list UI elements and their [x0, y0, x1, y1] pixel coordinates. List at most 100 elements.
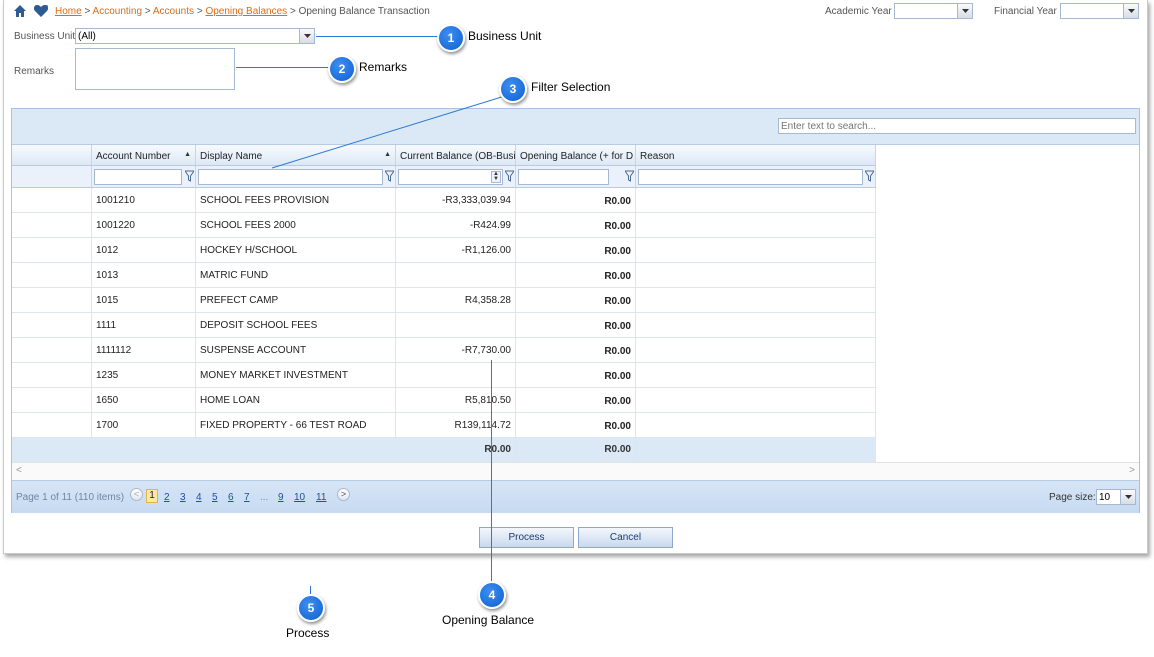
breadcrumb-separator: > [144, 6, 151, 17]
filter-icon[interactable] [385, 170, 394, 182]
remarks-textarea[interactable] [75, 48, 235, 90]
cancel-button[interactable]: Cancel [578, 527, 673, 548]
reason-cell[interactable] [636, 388, 876, 413]
account-number-cell: 1111112 [92, 338, 196, 363]
reason-cell[interactable] [636, 363, 876, 388]
table-row[interactable]: 1001210 SCHOOL FEES PROVISION -R3,333,03… [12, 188, 876, 213]
spin-updown-icon[interactable]: ▲ ▼ [491, 171, 501, 183]
pager-page-link[interactable]: 5 [212, 492, 218, 503]
row-blank-cell [12, 313, 92, 338]
table-row[interactable]: 1650 HOME LOAN R5,810.50 R0.00 [12, 388, 876, 413]
filter-icon[interactable] [625, 170, 634, 182]
business-unit-select[interactable]: (All) [75, 28, 315, 44]
chevron-down-icon[interactable] [1120, 490, 1135, 504]
row-blank-cell [12, 388, 92, 413]
opening-balance-cell[interactable]: R0.00 [516, 288, 636, 313]
column-header-opening-balance[interactable]: Opening Balance (+ for D [516, 145, 636, 166]
opening-balance-cell[interactable]: R0.00 [516, 388, 636, 413]
reason-cell[interactable] [636, 263, 876, 288]
table-row[interactable]: 1013 MATRIC FUND R0.00 [12, 263, 876, 288]
callout-line-4 [491, 360, 492, 582]
account-number-cell: 1235 [92, 363, 196, 388]
column-header-label: Reason [640, 151, 675, 162]
chevron-down-icon[interactable] [1123, 4, 1138, 18]
chevron-down-icon[interactable] [299, 29, 314, 43]
filter-reason-input[interactable] [638, 169, 863, 185]
opening-balance-cell[interactable]: R0.00 [516, 313, 636, 338]
reason-cell[interactable] [636, 413, 876, 438]
reason-cell[interactable] [636, 238, 876, 263]
table-row[interactable]: 1111 DEPOSIT SCHOOL FEES R0.00 [12, 313, 876, 338]
table-row[interactable]: 1001220 SCHOOL FEES 2000 -R424.99 R0.00 [12, 213, 876, 238]
reason-cell[interactable] [636, 313, 876, 338]
breadcrumb-accounts-link[interactable]: Accounts [153, 6, 194, 17]
filter-icon[interactable] [865, 170, 874, 182]
callout-badge-4: 4 [478, 581, 506, 609]
filter-account-number-input[interactable] [94, 169, 182, 185]
pager-page-link[interactable]: 11 [316, 492, 326, 503]
table-row[interactable]: 1111112 SUSPENSE ACCOUNT -R7,730.00 R0.0… [12, 338, 876, 363]
reason-cell[interactable] [636, 288, 876, 313]
current-balance-cell: R5,810.50 [396, 388, 516, 413]
current-balance-cell: R4,358.28 [396, 288, 516, 313]
next-page-icon[interactable]: > [337, 488, 350, 501]
opening-balance-grid: Account Number ▲ Display Name ▲ Current … [11, 108, 1140, 513]
opening-balance-cell[interactable]: R0.00 [516, 363, 636, 388]
breadcrumb-opening-balances-link[interactable]: Opening Balances [205, 6, 287, 17]
page-size-select[interactable]: 10 [1096, 489, 1136, 505]
academic-year-select[interactable] [894, 3, 973, 19]
account-number-cell: 1015 [92, 288, 196, 313]
opening-balance-cell[interactable]: R0.00 [516, 263, 636, 288]
scroll-left-icon[interactable]: < [16, 465, 22, 476]
current-balance-cell: -R3,333,039.94 [396, 188, 516, 213]
breadcrumb-home-link[interactable]: Home [55, 6, 82, 17]
home-icon[interactable] [13, 4, 27, 18]
chevron-down-icon[interactable] [957, 4, 972, 18]
pager-page-link[interactable]: 3 [180, 492, 186, 503]
grid-totals-row: R0.00 R0.00 [12, 438, 876, 463]
table-row[interactable]: 1015 PREFECT CAMP R4,358.28 R0.00 [12, 288, 876, 313]
opening-balance-cell[interactable]: R0.00 [516, 338, 636, 363]
scroll-right-icon[interactable]: > [1129, 465, 1135, 476]
grid-search-input[interactable] [778, 118, 1136, 134]
filter-icon[interactable] [505, 170, 514, 182]
opening-balance-cell[interactable]: R0.00 [516, 213, 636, 238]
breadcrumb-accounting-link[interactable]: Accounting [93, 6, 142, 17]
filter-cell-reason [636, 166, 876, 188]
pager-page-link[interactable]: 9 [278, 492, 284, 503]
pager-page-link[interactable]: 7 [244, 492, 250, 503]
opening-balance-cell[interactable]: R0.00 [516, 413, 636, 438]
filter-cell-blank [12, 166, 92, 188]
page-size-label: Page size: [1049, 492, 1096, 503]
process-button[interactable]: Process [479, 527, 574, 548]
table-row[interactable]: 1012 HOCKEY H/SCHOOL -R1,126.00 R0.00 [12, 238, 876, 263]
sort-ascending-icon[interactable]: ▲ [184, 151, 191, 158]
pager-page-link[interactable]: 2 [164, 492, 170, 503]
pager-page-link[interactable]: 10 [294, 492, 305, 503]
filter-display-name-input[interactable] [198, 169, 383, 185]
pager-page-link[interactable]: 4 [196, 492, 202, 503]
column-header-reason[interactable]: Reason [636, 145, 876, 166]
opening-balance-cell[interactable]: R0.00 [516, 188, 636, 213]
pager-current-page[interactable]: 1 [146, 489, 158, 503]
total-opening-balance: R0.00 [516, 438, 636, 462]
filter-icon[interactable] [185, 170, 194, 182]
filter-opening-balance-input[interactable] [518, 169, 609, 185]
reason-cell[interactable] [636, 188, 876, 213]
reason-cell[interactable] [636, 338, 876, 363]
horizontal-scrollbar[interactable]: < > [12, 462, 1139, 480]
favorite-heart-icon[interactable] [33, 4, 49, 18]
prev-page-icon[interactable]: < [130, 488, 143, 501]
opening-balance-cell[interactable]: R0.00 [516, 238, 636, 263]
callout-badge-3: 3 [499, 75, 527, 103]
column-header-blank [12, 145, 92, 166]
pager-page-link[interactable]: 6 [228, 492, 234, 503]
totals-blank-cell [12, 438, 396, 463]
table-row[interactable]: 1235 MONEY MARKET INVESTMENT R0.00 [12, 363, 876, 388]
column-header-account-number[interactable]: Account Number ▲ [92, 145, 196, 166]
financial-year-select[interactable] [1060, 3, 1139, 19]
reason-cell[interactable] [636, 213, 876, 238]
filter-current-balance-input[interactable]: ▲ ▼ [398, 169, 503, 185]
table-row[interactable]: 1700 FIXED PROPERTY - 66 TEST ROAD R139,… [12, 413, 876, 438]
grid-pager: Page 1 of 11 (110 items) < 1 2 3 4 5 6 7… [12, 480, 1139, 513]
